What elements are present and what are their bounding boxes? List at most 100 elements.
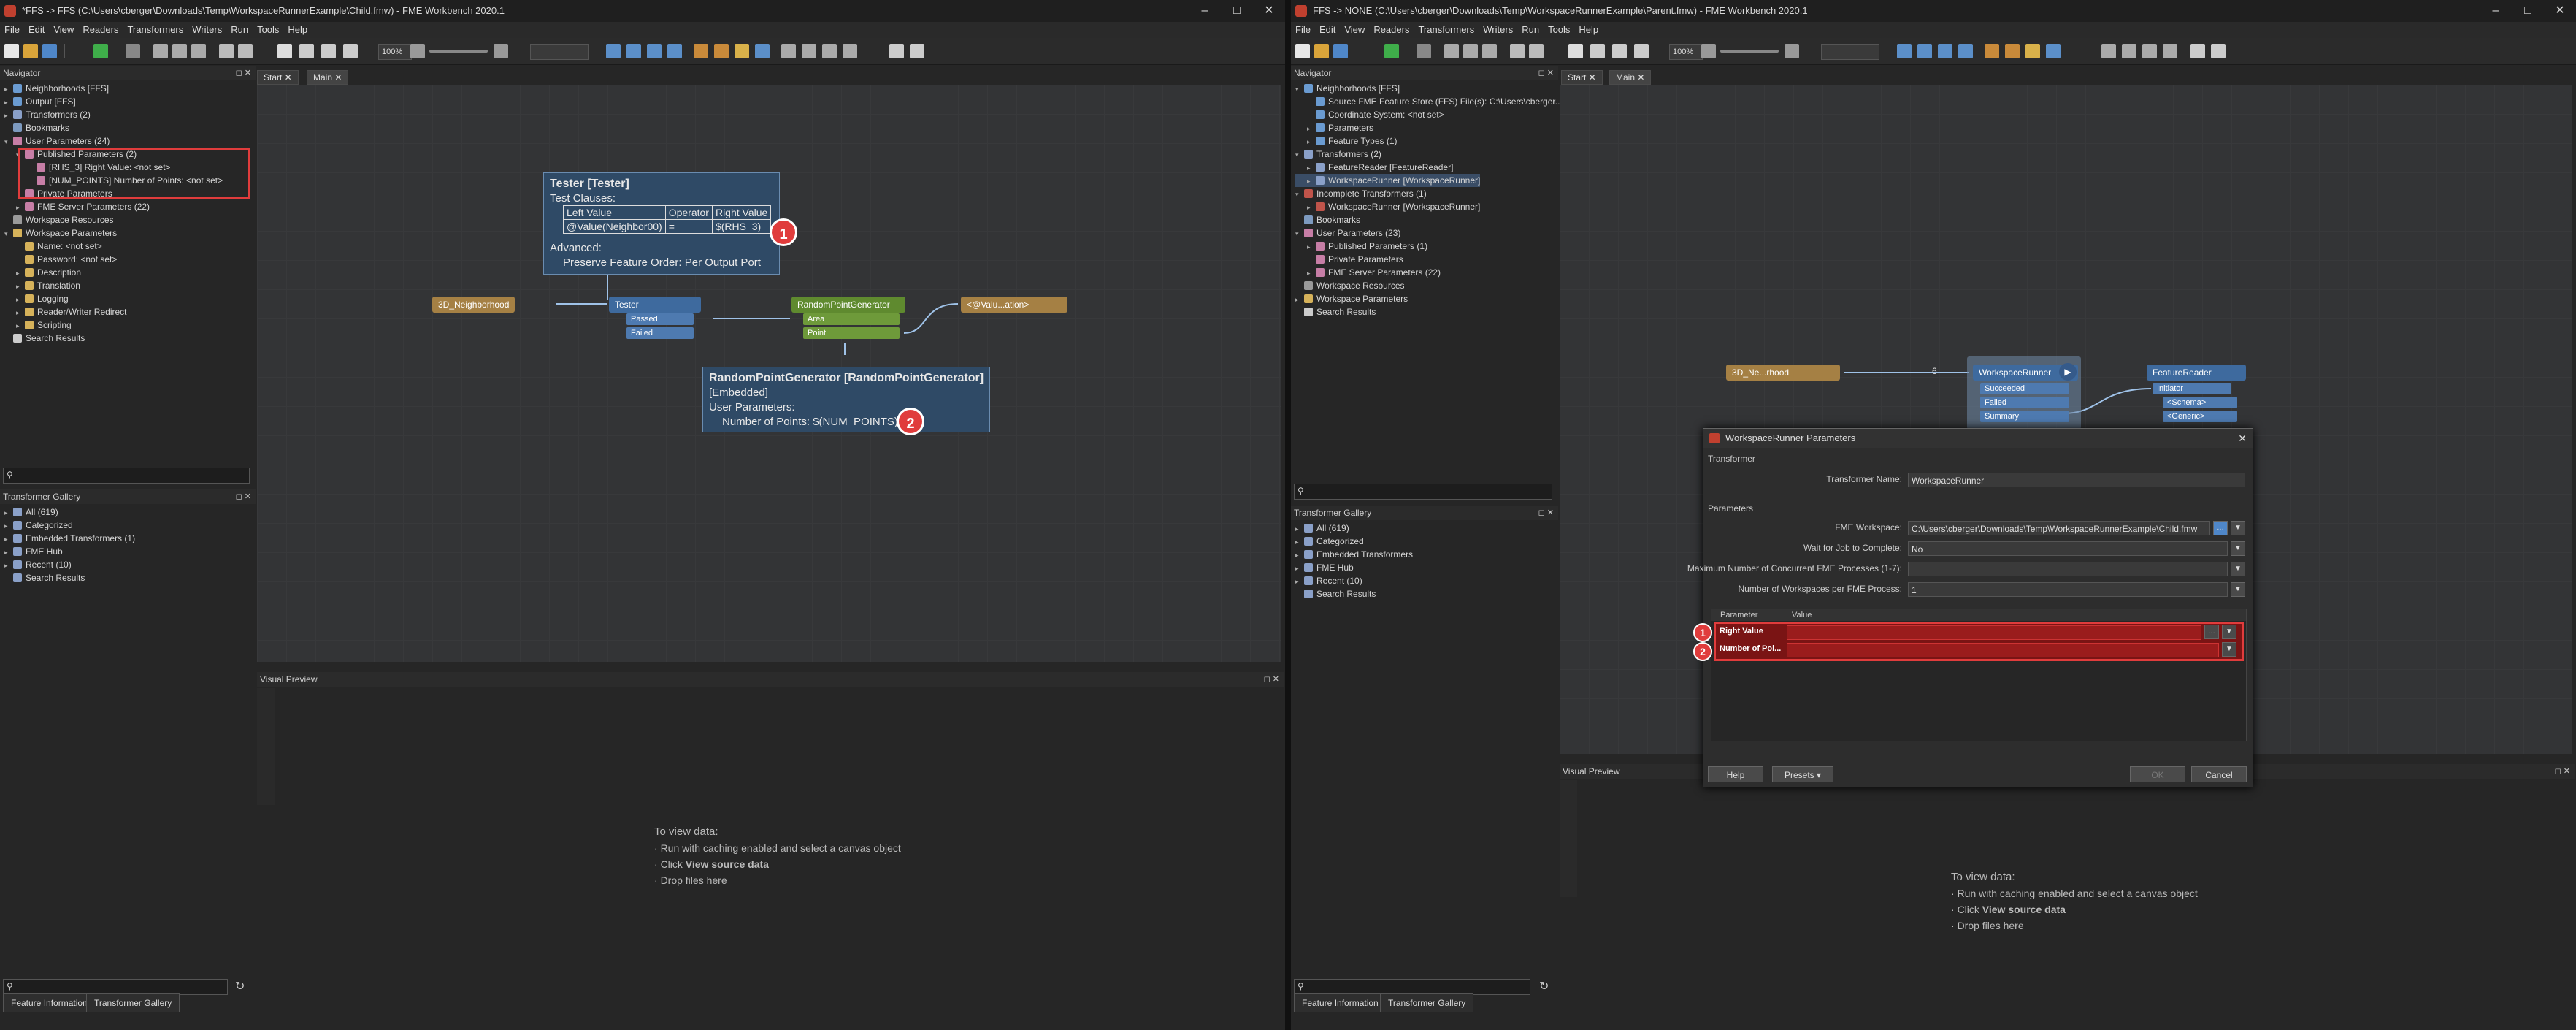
paste-icon[interactable] (1482, 44, 1497, 58)
new-icon[interactable] (1295, 44, 1310, 58)
tree-item[interactable]: Workspace Resources (1295, 279, 1405, 292)
expand-arrow-icon[interactable]: ▸ (1295, 522, 1303, 535)
menu-arrow-button[interactable]: ▼ (2222, 625, 2236, 639)
fme-workspace-field[interactable]: C:\Users\cberger\Downloads\Temp\Workspac… (1908, 521, 2210, 535)
rpg-area-port[interactable]: Area (803, 313, 900, 325)
expand-arrow-icon[interactable]: ▾ (4, 135, 12, 148)
fit-icon[interactable] (1897, 44, 1912, 58)
expand-arrow-icon[interactable]: ▸ (1295, 549, 1303, 562)
expand-arrow-icon[interactable]: ▸ (16, 201, 23, 214)
fit-selection-icon[interactable] (1917, 44, 1932, 58)
tree-item[interactable]: ▸ Neighborhoods [FFS] (4, 82, 109, 95)
tree-item[interactable]: ▸ Reader/Writer Redirect (4, 305, 126, 318)
pan-icon[interactable] (1590, 44, 1605, 58)
tree-item[interactable]: Bookmarks (1295, 213, 1360, 226)
undo-icon[interactable] (1510, 44, 1525, 58)
menu-arrow-button[interactable]: ▼ (2231, 562, 2245, 576)
connection-icon[interactable] (910, 44, 924, 58)
help-button[interactable]: Help (1708, 766, 1763, 782)
tab-feature-information[interactable]: Feature Information (3, 993, 96, 1012)
expand-arrow-icon[interactable]: ▾ (1295, 188, 1303, 201)
menu-tools[interactable]: Tools (1544, 22, 1574, 38)
tree-item[interactable]: ▸ Feature Types (1) (1295, 134, 1398, 148)
zoom-out-icon[interactable] (343, 44, 358, 58)
expand-arrow-icon[interactable]: ▸ (16, 319, 23, 332)
view-source-data-link[interactable]: View source data (1982, 904, 2066, 915)
table-row[interactable]: Right Value … ▼ (1717, 625, 2238, 641)
save-icon[interactable] (1333, 44, 1348, 58)
zoom-plus-icon[interactable] (1785, 44, 1799, 58)
tree-item[interactable]: ▸ Categorized (4, 519, 73, 532)
annotation-icon[interactable] (889, 44, 904, 58)
tree-item[interactable]: Coordinate System: <not set> (1295, 108, 1444, 121)
bookmark-icon[interactable] (2046, 44, 2061, 58)
expand-arrow-icon[interactable]: ▸ (16, 293, 23, 306)
tree-item[interactable]: ▾ Incomplete Transformers (1) (1295, 187, 1427, 200)
refresh-icon[interactable]: ↻ (235, 979, 245, 993)
rpg-annotation[interactable]: RandomPointGenerator [RandomPointGenerat… (702, 367, 990, 432)
expand-arrow-icon[interactable]: ▸ (4, 519, 12, 533)
menu-arrow-button[interactable]: ▼ (2231, 582, 2245, 597)
tree-item[interactable]: Password: <not set> (4, 253, 117, 266)
left-canvas[interactable]: Tester [Tester] Test Clauses: Left Value… (257, 85, 1281, 662)
panel-controls[interactable]: ◻ ✕ (1538, 66, 1554, 80)
menu-writers[interactable]: Writers (1479, 22, 1517, 38)
tree-item[interactable]: ▸ FME Server Parameters (22) (4, 200, 150, 213)
expand-arrow-icon[interactable]: ▸ (4, 506, 12, 519)
open-icon[interactable] (1314, 44, 1329, 58)
refresh-icon[interactable]: ↻ (1539, 979, 1549, 993)
zoom-in-icon[interactable] (1612, 44, 1627, 58)
menu-transformers[interactable]: Transformers (1414, 22, 1479, 38)
reader-generic-port[interactable]: <Generic> (2163, 411, 2237, 422)
zoom-slider[interactable] (429, 50, 488, 53)
menu-run[interactable]: Run (1517, 22, 1544, 38)
tree-item[interactable]: ▸ Output [FFS] (4, 95, 76, 108)
save-icon[interactable] (42, 44, 57, 58)
expand-arrow-icon[interactable]: ▾ (1295, 148, 1303, 161)
expand-arrow-icon[interactable]: ▾ (4, 227, 12, 240)
tree-item[interactable]: ▸ FME Server Parameters (22) (1295, 266, 1441, 279)
wait-select[interactable]: No (1908, 541, 2228, 556)
layout-icon[interactable] (2101, 44, 2116, 58)
expand-arrow-icon[interactable]: ▸ (4, 109, 12, 122)
menu-tools[interactable]: Tools (253, 22, 283, 38)
zoom-in-icon[interactable] (321, 44, 336, 58)
tree-item[interactable]: ▸ WorkspaceRunner [WorkspaceRunner] (1295, 174, 1481, 188)
zoom-level[interactable]: 100% (1669, 44, 1703, 60)
copy-icon[interactable] (1463, 44, 1478, 58)
add-writer-icon[interactable] (2005, 44, 2020, 58)
browse-button[interactable]: … (2213, 521, 2228, 535)
tree-item[interactable]: ▾ User Parameters (23) (1295, 226, 1400, 240)
menu-view[interactable]: View (49, 22, 78, 38)
tree-item[interactable]: ▾ User Parameters (24) (4, 134, 110, 148)
menu-help[interactable]: Help (283, 22, 312, 38)
panel-controls[interactable]: ◻ ✕ (1538, 506, 1554, 520)
gallery-search-input[interactable]: ⚲ (1294, 979, 1530, 995)
tree-item[interactable]: ▸ Logging (4, 292, 69, 305)
open-icon[interactable] (23, 44, 38, 58)
expand-arrow-icon[interactable]: ▸ (4, 546, 12, 559)
expand-arrow-icon[interactable]: ▸ (1295, 535, 1303, 549)
zoom-extent-icon[interactable] (1958, 44, 1973, 58)
tree-item[interactable]: Search Results (4, 571, 85, 584)
copy-icon[interactable] (172, 44, 187, 58)
tree-item[interactable]: Search Results (1295, 305, 1376, 318)
tree-item[interactable]: ▾ Transformers (2) (1295, 148, 1381, 161)
expand-arrow-icon[interactable]: ▸ (1307, 175, 1314, 188)
menu-help[interactable]: Help (1574, 22, 1603, 38)
tree-item[interactable]: ▸ Published Parameters (1) (1295, 240, 1427, 253)
select-icon[interactable] (1568, 44, 1583, 58)
tab-start[interactable]: Start ✕ (1561, 70, 1603, 85)
expand-arrow-icon[interactable]: ▾ (1295, 227, 1303, 240)
panel-controls[interactable]: ◻ ✕ (236, 489, 251, 504)
add-reader-icon[interactable] (1985, 44, 1999, 58)
redo-icon[interactable] (1529, 44, 1544, 58)
tab-start[interactable]: Start ✕ (257, 70, 299, 85)
add-reader-icon[interactable] (694, 44, 708, 58)
tree-item[interactable]: ▸ FME Hub (4, 545, 63, 558)
fit-icon[interactable] (606, 44, 621, 58)
connection-icon[interactable] (2211, 44, 2226, 58)
tester-passed-port[interactable]: Passed (626, 313, 694, 325)
zoom-box-icon[interactable] (1938, 44, 1952, 58)
tab-transformer-gallery[interactable]: Transformer Gallery (86, 993, 180, 1012)
